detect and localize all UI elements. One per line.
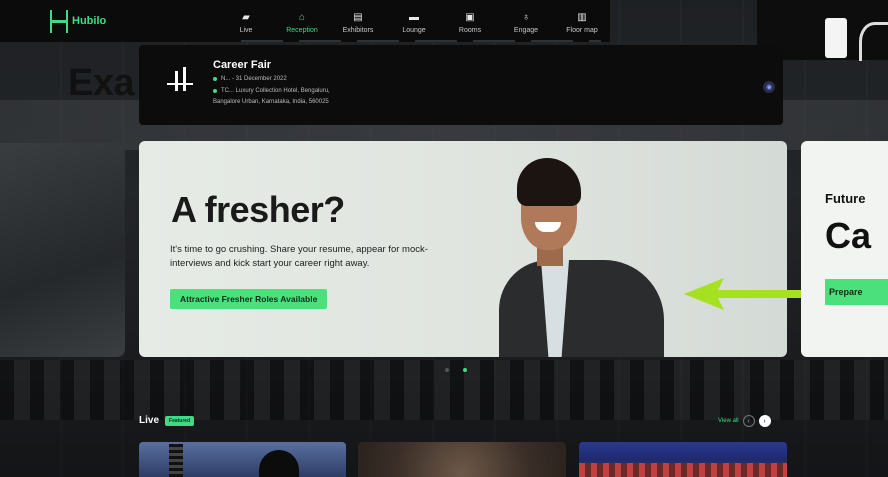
previous-slide-card[interactable]: [0, 143, 125, 357]
nav-item-engage[interactable]: ♁ Engage: [498, 9, 554, 34]
view-all-link[interactable]: View all: [718, 418, 739, 424]
nav-item-live[interactable]: ▰ Live: [218, 9, 274, 34]
rooms-icon: ▣: [465, 11, 475, 23]
next-slide-card[interactable]: Future Ca Prepare: [801, 141, 888, 357]
nav-underline: [241, 40, 601, 42]
next-slide-subtitle: Future: [825, 191, 866, 206]
brand-name: Hubilo: [72, 15, 107, 27]
nav-item-label: Rooms: [458, 26, 482, 34]
calendar-icon: [213, 77, 217, 81]
event-title: Career Fair: [213, 59, 272, 71]
main-nav: ▰ Live ⌂ Reception ▤ Exhibitors ▬ Lounge ▣ Rooms ♁…: [218, 9, 610, 34]
live-session-thumbnail-1[interactable]: [139, 442, 346, 477]
event-date: N... - 31 December 2022: [213, 76, 287, 82]
nav-item-label: Engage: [513, 26, 539, 34]
nav-item-lounge[interactable]: ▬ Lounge: [386, 9, 442, 34]
nav-item-exhibitors[interactable]: ▤ Exhibitors: [330, 9, 386, 34]
carousel-dot-1[interactable]: [445, 368, 449, 372]
engage-icon: ♁: [522, 11, 530, 23]
live-session-thumbnail-3[interactable]: [579, 442, 787, 477]
top-navbar: Hubilo ▰ Live ⌂ Reception ▤ Exhibitors ▬ Lounge…: [0, 0, 610, 42]
chevron-left-icon[interactable]: ‹: [742, 415, 755, 427]
chevron-right-icon[interactable]: ›: [758, 415, 771, 427]
globe-icon[interactable]: ◉: [763, 81, 775, 93]
brand-logo[interactable]: Hubilo: [50, 10, 150, 33]
event-info-card: Career Fair N... - 31 December 2022 TC..…: [139, 45, 783, 125]
nav-item-label: Floor map: [566, 26, 598, 34]
carousel-dots: [445, 368, 467, 372]
sofa-icon: ▬: [409, 11, 419, 23]
live-session-thumbnail-2[interactable]: [358, 442, 566, 477]
carousel-dot-2[interactable]: [463, 368, 467, 372]
fresher-roles-button[interactable]: Attractive Fresher Roles Available: [170, 289, 328, 309]
nav-item-reception[interactable]: ⌂ Reception: [274, 9, 330, 34]
nav-item-label: Lounge: [402, 26, 426, 34]
hero-banner[interactable]: A fresher? It's time to go crushing. Sha…: [139, 141, 787, 357]
background-title: Exa: [68, 62, 135, 104]
nav-item-floor-map[interactable]: ▥ Floor map: [554, 9, 610, 34]
map-icon: ▥: [577, 11, 587, 23]
banner-person-image: [489, 156, 669, 357]
event-venue: TC... Luxury Collection Hotel, Bengaluru…: [213, 88, 330, 94]
nav-item-rooms[interactable]: ▣ Rooms: [442, 9, 498, 34]
featured-badge: Featured: [165, 415, 195, 426]
next-slide-heading: Ca: [825, 215, 872, 256]
video-camera-icon: ▰: [242, 11, 250, 23]
live-section-header: Live Featured: [139, 415, 195, 426]
event-logo: [153, 57, 203, 107]
nav-item-label: Reception: [286, 26, 318, 34]
location-pin-icon: [213, 89, 217, 93]
nav-item-label: Live: [239, 26, 253, 34]
banner-heading: A fresher?: [171, 189, 345, 230]
live-section-controls: View all ‹ ›: [718, 415, 771, 427]
live-section-title: Live: [139, 415, 160, 426]
event-date-text: N... - 31 December 2022: [221, 76, 287, 82]
nav-item-label: Exhibitors: [342, 26, 374, 34]
hubilo-logo-icon: [50, 10, 68, 33]
banner-text: It's time to go crushing. Share your res…: [170, 244, 428, 269]
prepare-button[interactable]: Prepare: [825, 279, 888, 305]
background-crowd: [0, 360, 888, 420]
booth-icon: ▤: [353, 11, 363, 23]
event-venue-line1: TC... Luxury Collection Hotel, Bengaluru…: [221, 88, 330, 94]
home-icon: ⌂: [298, 11, 306, 23]
event-venue-line2: Bangalore Urban, Karnataka, India, 56002…: [213, 99, 329, 105]
